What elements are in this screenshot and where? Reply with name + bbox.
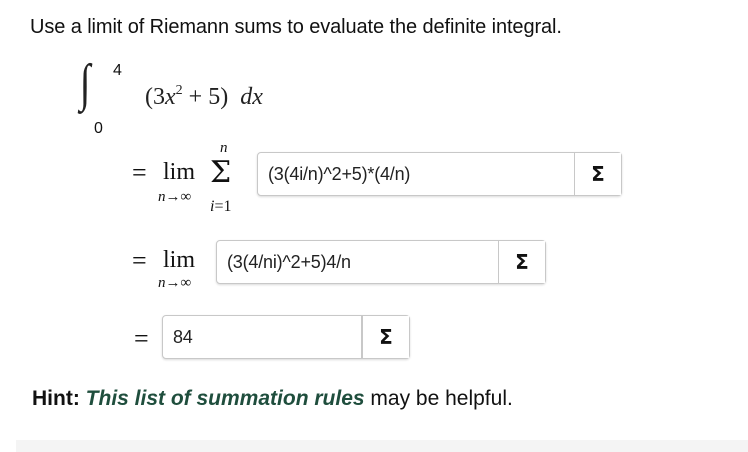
step2-lim: lim [163,247,196,273]
integrand-exponent: 2 [175,83,183,98]
sigma-lower-bound: i=1 [210,198,231,216]
panel-bottom-strip [16,440,748,452]
step2-equals: = [132,246,147,275]
step1-answer-box: (3(4i/n)^2+5)*(4/n) Σ [257,152,622,196]
integrand: (3x2 + 5) dx [145,84,263,111]
integral-upper-limit: 4 [113,62,122,79]
step3-math-palette-button[interactable]: Σ [361,316,409,358]
integrand-open: (3 [145,84,165,110]
step2-math-palette-button[interactable]: Σ [498,241,545,283]
question-page: Use a limit of Riemann sums to evaluate … [0,0,748,452]
integrand-rest: + 5) [182,84,229,110]
sigma-index-start: =1 [214,198,232,215]
hint-text: Hint: This list of summation rules may b… [32,387,513,411]
integral-lower-limit: 0 [94,120,103,137]
step2-answer-box: (3(4/ni)^2+5)4/n Σ [216,240,546,284]
question-panel [16,0,748,452]
step3-equals: = [134,324,149,353]
step2-lim-subscript: n→∞ [158,275,192,291]
question-prompt: Use a limit of Riemann sums to evaluate … [30,16,562,38]
integral-sign: ∫ [79,55,91,112]
step3-answer-box: 84 Σ [162,315,410,359]
step1-lim-subscript: n→∞ [158,189,192,205]
integrand-variable: x [165,84,176,110]
step1-math-palette-button[interactable]: Σ [574,153,621,195]
hint-rest: may be helpful. [364,387,513,410]
step1-lim: lim [163,159,196,185]
step1-equals: = [132,158,147,187]
step2-answer-input[interactable]: (3(4/ni)^2+5)4/n [217,241,498,283]
sigma-symbol: Σ [210,155,232,190]
hint-label: Hint: [32,387,80,410]
summation-rules-link[interactable]: This list of summation rules [86,387,365,410]
differential: dx [240,84,263,110]
step1-answer-input[interactable]: (3(4i/n)^2+5)*(4/n) [258,153,574,195]
step3-answer-input[interactable]: 84 [163,316,361,358]
